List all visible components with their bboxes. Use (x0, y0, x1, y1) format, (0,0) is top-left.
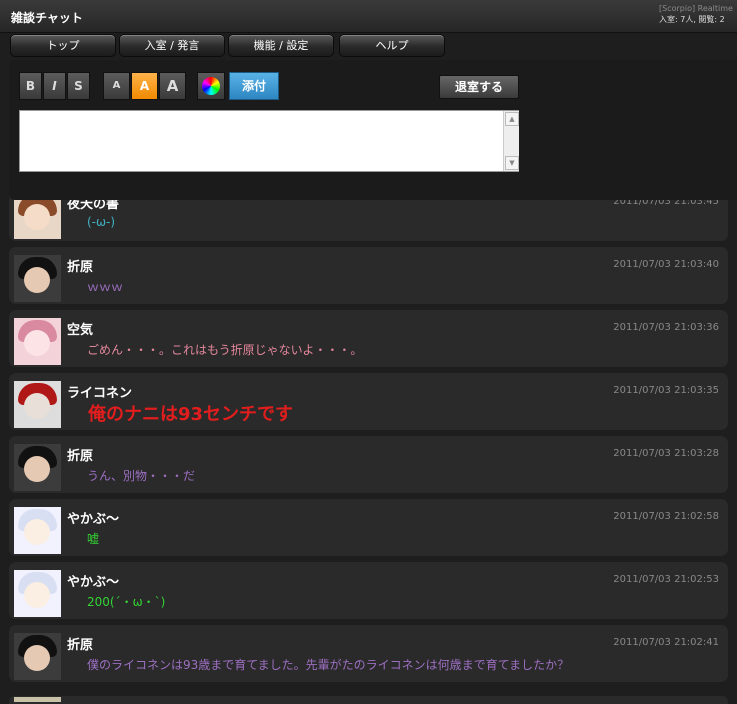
message-username: 折原 (67, 638, 94, 653)
nav-enter-post-button[interactable]: 入室 / 発言 (119, 34, 225, 57)
bold-button[interactable]: B (19, 72, 42, 100)
message-username: 折原 (67, 449, 94, 464)
message-text: 200(´・ω・`) (87, 595, 166, 609)
message-timestamp: 2011/07/03 21:02:41 (613, 637, 719, 648)
message-item: ライコネン 2011/07/03 21:03:35 俺のナニは93センチです (9, 373, 728, 430)
message-username: やかぶ～ (67, 512, 120, 527)
message-text: 嘘 (87, 532, 100, 546)
avatar[interactable] (14, 444, 61, 491)
message-text: うん、別物・・・だ (87, 469, 196, 483)
message-timestamp: 2011/07/03 21:02:53 (613, 574, 719, 585)
message-item: 空気 2011/07/03 21:03:36 ごめん・・・。これはもう折原じゃな… (9, 310, 728, 367)
avatar[interactable] (14, 255, 61, 302)
message-username: 空気 (67, 323, 94, 338)
message-timestamp: 2011/07/03 21:03:28 (613, 448, 719, 459)
avatar[interactable] (14, 507, 61, 554)
nav-settings-button[interactable]: 機能 / 設定 (228, 34, 334, 57)
message-item-partial (9, 696, 728, 704)
exit-room-button[interactable]: 退室する (439, 75, 519, 99)
message-item: やかぶ～ 2011/07/03 21:02:58 嘘 (9, 499, 728, 556)
input-scrollbar[interactable]: ▲ ▼ (503, 111, 519, 171)
room-source-label: [Scorpio] Realtime (659, 4, 733, 13)
avatar-partial (14, 697, 61, 702)
font-size-medium-button[interactable]: A (131, 72, 158, 100)
header-bar: 雑談チャット [Scorpio] Realtime 入室: 7人, 閲覧: 2 (0, 0, 737, 33)
nav-top-button[interactable]: トップ (10, 34, 116, 57)
room-stats: 入室: 7人, 閲覧: 2 (659, 15, 725, 24)
message-text: ｗｗｗ (87, 280, 124, 294)
composer-panel: B I S A A A 添付 退室する ▲ ▼ (9, 60, 737, 200)
message-text: 俺のナニは93センチです (88, 404, 294, 425)
nav-help-button[interactable]: ヘルプ (339, 34, 445, 57)
message-item: 折原 2011/07/03 21:03:28 うん、別物・・・だ (9, 436, 728, 493)
message-item: 折原 2011/07/03 21:03:40 ｗｗｗ (9, 247, 728, 304)
message-text: (-ω-) (87, 215, 116, 229)
scroll-up-arrow-icon[interactable]: ▲ (505, 112, 519, 126)
avatar[interactable] (14, 381, 61, 428)
color-picker-button[interactable] (197, 72, 225, 100)
color-wheel-icon (202, 77, 220, 95)
message-username: ライコネン (67, 386, 133, 401)
message-timestamp: 2011/07/03 21:03:35 (613, 385, 719, 396)
message-item: やかぶ～ 2011/07/03 21:02:53 200(´・ω・`) (9, 562, 728, 619)
message-username: 折原 (67, 260, 94, 275)
font-size-large-button[interactable]: A (159, 72, 186, 100)
room-info: [Scorpio] Realtime 入室: 7人, 閲覧: 2 (659, 3, 737, 25)
message-timestamp: 2011/07/03 21:03:36 (613, 322, 719, 333)
message-text: ごめん・・・。これはもう折原じゃないよ・・・。 (87, 343, 363, 357)
message-timestamp: 2011/07/03 21:02:58 (613, 511, 719, 522)
avatar[interactable] (14, 570, 61, 617)
scroll-down-arrow-icon[interactable]: ▼ (505, 156, 519, 170)
message-item: 折原 2011/07/03 21:02:41 僕のライコネンは93歳まで育てまし… (9, 625, 728, 682)
strike-button[interactable]: S (67, 72, 90, 100)
font-size-small-button[interactable]: A (103, 72, 130, 100)
page-title: 雑談チャット (11, 11, 83, 25)
italic-button[interactable]: I (43, 72, 66, 100)
avatar[interactable] (14, 633, 61, 680)
attach-button[interactable]: 添付 (229, 72, 279, 100)
message-text: 僕のライコネンは93歳まで育てました。先輩がたのライコネンは何歳まで育てましたか… (87, 658, 570, 672)
message-timestamp: 2011/07/03 21:03:40 (613, 259, 719, 270)
message-input[interactable] (19, 110, 519, 172)
avatar[interactable] (14, 318, 61, 365)
message-username: やかぶ～ (67, 575, 120, 590)
